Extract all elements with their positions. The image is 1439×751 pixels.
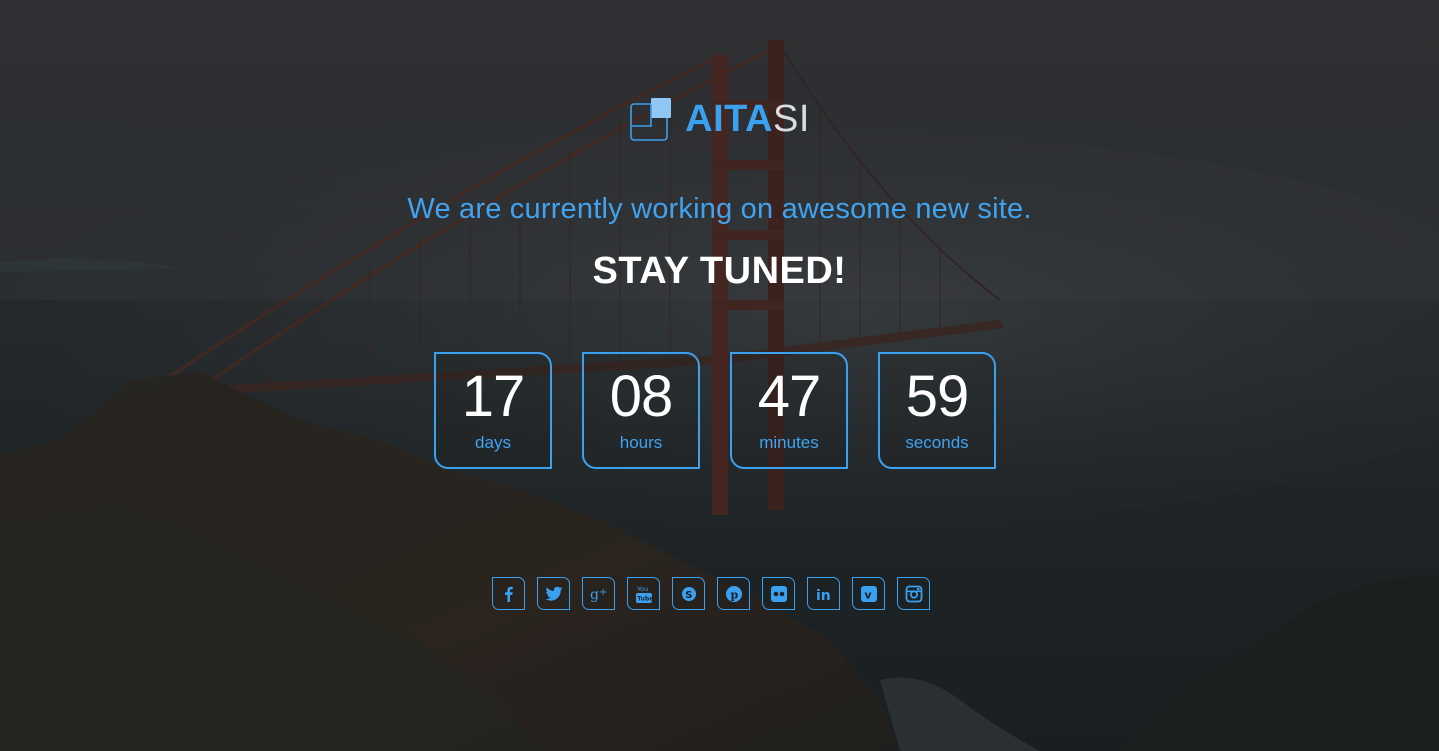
countdown-minutes: 47 minutes <box>730 352 848 469</box>
twitter-link[interactable] <box>537 577 570 610</box>
linkedin-icon: in <box>816 588 831 603</box>
countdown-label: days <box>475 433 511 452</box>
countdown-label: minutes <box>759 433 819 452</box>
logo-mark-icon <box>630 98 672 141</box>
social-links: g + You Tube S p in v <box>492 577 930 610</box>
linkedin-link[interactable]: in <box>807 577 840 610</box>
countdown-value: 59 <box>905 364 970 429</box>
facebook-icon <box>504 586 513 602</box>
countdown-timer: 17 days 08 hours 47 minutes 59 seconds <box>434 352 996 469</box>
youtube-icon: You Tube <box>635 585 653 603</box>
brand-name-light: SI <box>772 98 810 140</box>
vimeo-icon: v <box>860 585 877 602</box>
countdown-label: hours <box>619 433 663 452</box>
brand-logo[interactable]: AITASI <box>0 96 1439 142</box>
twitter-icon <box>545 586 562 601</box>
svg-text:p: p <box>730 588 738 601</box>
vimeo-link[interactable]: v <box>852 577 885 610</box>
google-plus-icon: g + <box>590 587 607 602</box>
countdown-value: 47 <box>757 364 822 429</box>
svg-text:You: You <box>636 585 648 593</box>
brand-name: AITASI <box>685 100 810 138</box>
svg-text:+: + <box>599 587 607 598</box>
pinterest-link[interactable]: p <box>717 577 750 610</box>
google-plus-link[interactable]: g + <box>582 577 615 610</box>
page-title: STAY TUNED! <box>592 250 847 292</box>
flickr-link[interactable] <box>762 577 795 610</box>
tagline: We are currently working on awesome new … <box>407 193 1032 225</box>
svg-text:Tube: Tube <box>637 595 653 602</box>
countdown-seconds: 59 seconds <box>878 352 996 469</box>
svg-text:in: in <box>816 588 831 603</box>
facebook-link[interactable] <box>492 577 525 610</box>
coming-soon-content: AITASI We are currently working on aweso… <box>0 0 1439 751</box>
svg-text:v: v <box>864 588 872 601</box>
countdown-days: 17 days <box>434 352 552 469</box>
countdown-value: 08 <box>609 364 674 429</box>
skype-link[interactable]: S <box>672 577 705 610</box>
countdown-value: 17 <box>461 364 526 429</box>
skype-icon: S <box>681 586 696 601</box>
svg-text:g: g <box>590 587 599 602</box>
svg-text:S: S <box>685 590 692 601</box>
instagram-icon <box>905 585 922 602</box>
youtube-link[interactable]: You Tube <box>627 577 660 610</box>
pinterest-icon: p <box>725 585 742 602</box>
flickr-icon <box>770 585 787 602</box>
brand-name-strong: AITA <box>685 98 773 140</box>
countdown-label: seconds <box>905 433 969 452</box>
countdown-hours: 08 hours <box>582 352 700 469</box>
instagram-link[interactable] <box>897 577 930 610</box>
